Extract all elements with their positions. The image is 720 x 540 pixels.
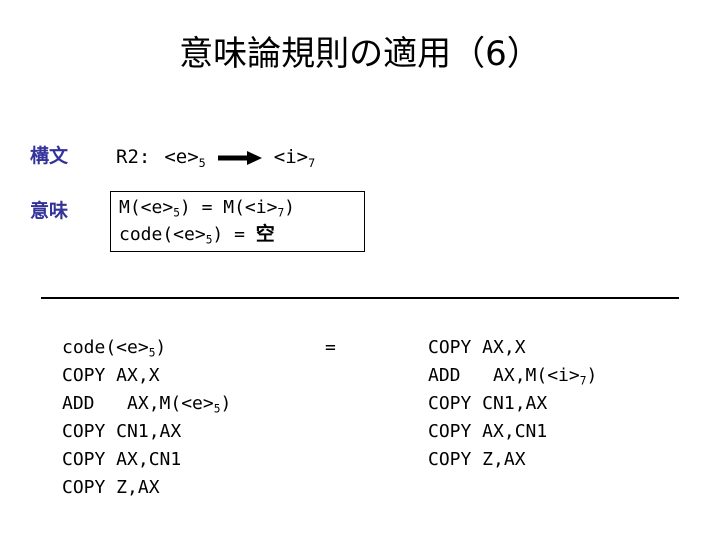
right-code-line: COPY Z,AX <box>428 446 597 474</box>
left-code-line: COPY AX,X <box>62 362 231 390</box>
sem2-part2: ) = <box>212 224 256 245</box>
left-code-block: code(<e>5) COPY AX,X ADD AX,M(<e>5) COPY CN… <box>62 334 231 502</box>
rule-lhs: <e>5 <box>164 145 205 169</box>
right-code-line-text: COPY AX,CN1 <box>428 421 548 442</box>
right-code-line: ADD AX,M(<i>7) <box>428 362 597 390</box>
right-code-line-tail: ) <box>586 365 598 386</box>
row-label-syntax: 構文 <box>30 145 69 167</box>
sem1-part3: ) <box>284 197 296 218</box>
left-code-line-text: COPY AX,X <box>62 365 160 386</box>
derivation-equals-sign: = <box>325 337 336 358</box>
rule-lhs-base: <e> <box>164 146 199 168</box>
sem1-part2: ) = M(<i> <box>179 197 278 218</box>
right-code-line-text: COPY Z,AX <box>428 449 526 470</box>
left-code-line-text: ADD AX,M(<e> <box>62 393 214 414</box>
rule-rhs: <i>7 <box>274 145 315 169</box>
left-code-line-tail: ) <box>220 393 232 414</box>
semantics-box: M(<e>5) = M(<i>7) code(<e>5) = 空 <box>110 191 365 252</box>
left-code-line-tail: ) <box>155 337 167 358</box>
right-code-line: COPY AX,X <box>428 334 597 362</box>
right-code-line: COPY AX,CN1 <box>428 418 597 446</box>
right-code-line-text: ADD AX,M(<i> <box>428 365 580 386</box>
rule-rhs-subscript: 7 <box>308 155 316 170</box>
left-code-line-text: code(<e> <box>62 337 149 358</box>
slide-canvas: 意味論規則の適用（6） 構文 R2: <e>5 <i>7 意味 M(<e>5) … <box>0 0 720 540</box>
right-code-line-text: COPY AX,X <box>428 337 526 358</box>
sem2-part1: code(<e> <box>119 224 206 245</box>
right-arrow-icon <box>217 151 262 165</box>
rule-lhs-subscript: 5 <box>198 155 206 170</box>
rule-rhs-base: <i> <box>273 146 309 168</box>
page-title: 意味論規則の適用（6） <box>179 34 541 74</box>
empty-symbol: 空 <box>255 223 275 245</box>
left-code-line: COPY CN1,AX <box>62 418 231 446</box>
semantics-equation-meaning: M(<e>5) = M(<i>7) <box>119 197 295 219</box>
rule-name: R2: <box>116 146 151 168</box>
semantics-equation-code: code(<e>5) = 空 <box>119 223 275 246</box>
left-code-line-text: COPY Z,AX <box>62 477 160 498</box>
left-code-line: COPY Z,AX <box>62 474 231 502</box>
left-code-line-text: COPY CN1,AX <box>62 421 182 442</box>
right-code-block: COPY AX,X ADD AX,M(<i>7) COPY CN1,AX COPY A… <box>428 334 597 474</box>
left-code-line-text: COPY AX,CN1 <box>62 449 182 470</box>
right-code-line: COPY CN1,AX <box>428 390 597 418</box>
sem1-subscript1: 5 <box>173 206 180 220</box>
syntax-rule-line: R2: <e>5 <i>7 <box>116 145 315 169</box>
right-code-line-text: COPY CN1,AX <box>428 393 548 414</box>
left-code-line: ADD AX,M(<e>5) <box>62 390 231 418</box>
row-label-semantics: 意味 <box>30 200 69 222</box>
sem1-part1: M(<e> <box>119 197 174 218</box>
section-divider <box>41 297 679 299</box>
left-code-line: code(<e>5) <box>62 334 231 362</box>
left-code-line: COPY AX,CN1 <box>62 446 231 474</box>
